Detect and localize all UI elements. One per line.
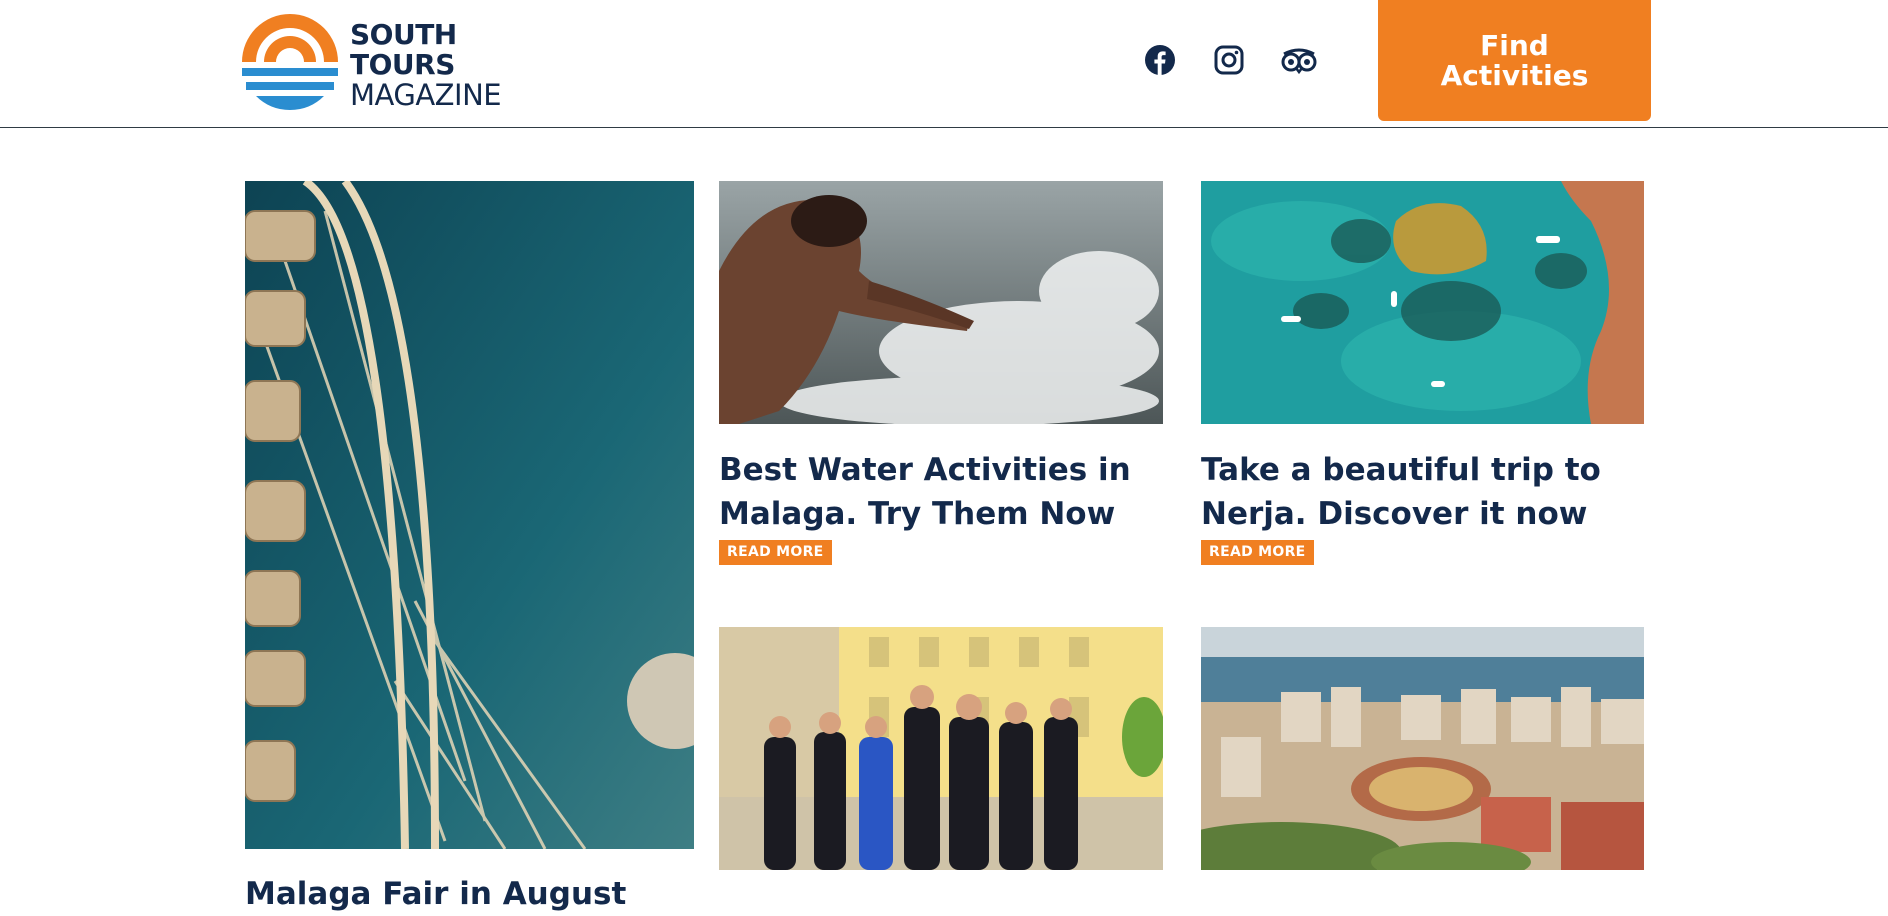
site-header: SOUTH TOURS MAGAZINE Find Activities [0, 0, 1888, 128]
article-title[interactable]: Take a beautiful trip to Nerja. Discover… [1201, 448, 1644, 536]
tripadvisor-icon [1281, 48, 1317, 75]
article-title[interactable]: Best Water Activities in Malaga. Try The… [719, 448, 1163, 536]
group-tour-photo[interactable] [719, 627, 1163, 870]
logo-line-south: SOUTH [350, 18, 457, 51]
article-title[interactable]: Malaga Fair in August [245, 872, 694, 916]
logo-text: SOUTH TOURS MAGAZINE [350, 18, 502, 112]
malaga-bullring-photo[interactable] [1201, 627, 1644, 870]
facebook-icon [1145, 45, 1175, 75]
read-more-button[interactable]: READ MORE [719, 540, 832, 565]
instagram-icon [1214, 45, 1244, 75]
tripadvisor-link[interactable] [1280, 44, 1318, 76]
coast-kayaks-photo[interactable] [1201, 181, 1644, 424]
facebook-link[interactable] [1144, 44, 1176, 76]
site-logo[interactable]: SOUTH TOURS MAGAZINE [240, 10, 510, 114]
logo-mark-icon [242, 14, 338, 110]
find-activities-label: Find Activities [1440, 28, 1589, 92]
logo-line-tours: TOURS [350, 48, 455, 81]
read-more-button[interactable]: READ MORE [1201, 540, 1314, 565]
find-activities-button[interactable]: Find Activities [1378, 0, 1651, 121]
instagram-link[interactable] [1213, 44, 1245, 76]
ferris-wheel-photo[interactable] [245, 181, 694, 849]
swimmer-splash-photo[interactable] [719, 181, 1163, 424]
logo-line-magazine: MAGAZINE [350, 78, 502, 112]
